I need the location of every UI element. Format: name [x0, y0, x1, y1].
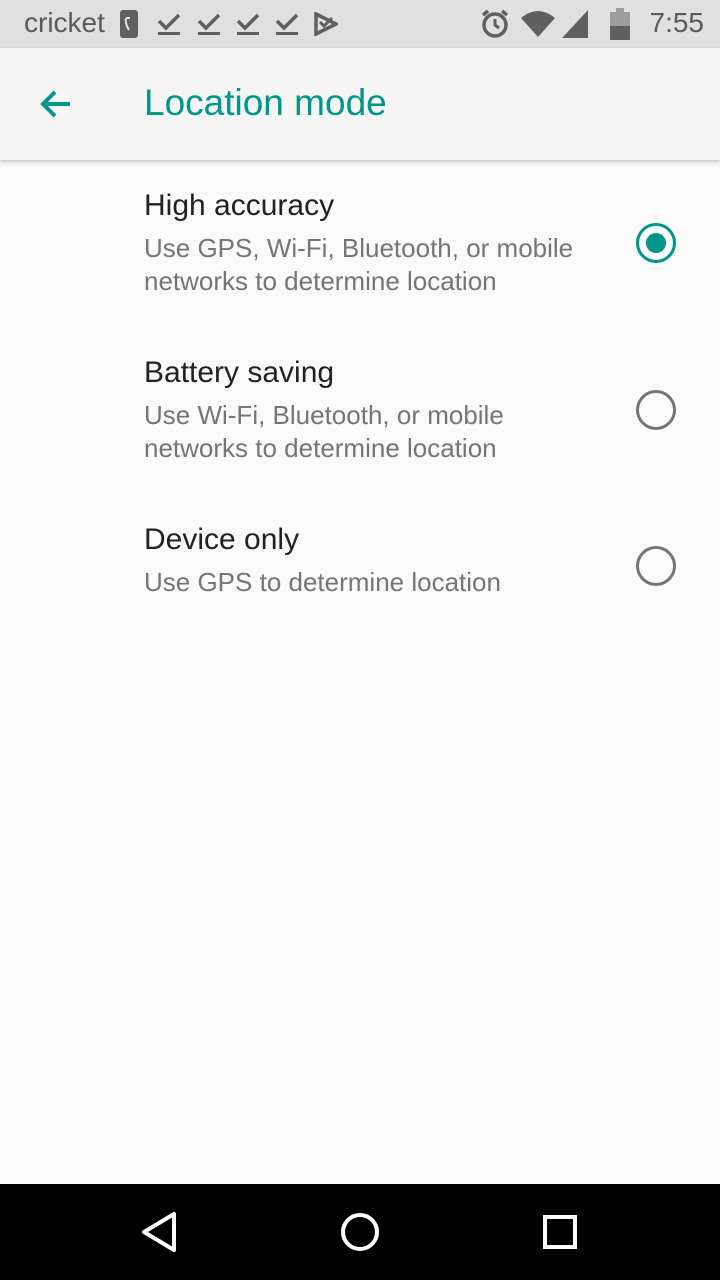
radio-button[interactable]: [636, 390, 676, 430]
carrier-label: cricket: [24, 7, 105, 38]
alarm-icon: [481, 9, 509, 38]
status-bar: cricket 7:55: [0, 0, 720, 48]
option-battery-saving[interactable]: Battery saving Use Wi-Fi, Bluetooth, or …: [0, 327, 720, 494]
option-summary-line: Use Wi-Fi, Bluetooth, or mobile: [144, 400, 504, 430]
radio-button[interactable]: [636, 546, 676, 586]
option-summary: Use GPS, Wi-Fi, Bluetooth, or mobile net…: [144, 232, 600, 298]
option-summary-line: networks to determine location: [144, 433, 497, 463]
page-title: Location mode: [144, 82, 387, 123]
battery-icon: [610, 8, 630, 40]
arrow-back-icon: [40, 90, 70, 118]
check-icon: [236, 13, 260, 35]
back-triangle-icon[interactable]: [136, 1208, 184, 1256]
location-mode-options: High accuracy Use GPS, Wi-Fi, Bluetooth,…: [0, 160, 720, 628]
home-circle-icon[interactable]: [336, 1208, 384, 1256]
option-device-only[interactable]: Device only Use GPS to determine locatio…: [0, 494, 720, 628]
play-store-icon: [314, 12, 338, 36]
option-title: High accuracy: [144, 189, 335, 222]
option-title: Battery saving: [144, 356, 335, 389]
sim-icon: [120, 10, 138, 38]
radio-dot: [646, 233, 666, 253]
navigation-bar: [0, 1184, 720, 1280]
clock: 7:55: [649, 7, 705, 38]
wifi-icon: [521, 11, 555, 37]
signal-icon: [562, 10, 588, 38]
check-icon: [197, 13, 221, 35]
option-title: Device only: [144, 523, 300, 556]
check-icon: [275, 13, 299, 35]
app-bar: Location mode: [0, 48, 720, 160]
check-icon: [157, 13, 181, 35]
option-summary: Use GPS to determine location: [144, 566, 600, 599]
option-high-accuracy[interactable]: High accuracy Use GPS, Wi-Fi, Bluetooth,…: [0, 160, 720, 327]
recents-square-icon[interactable]: [536, 1208, 584, 1256]
option-summary-line: Use GPS, Wi-Fi, Bluetooth, or mobile: [144, 233, 574, 263]
option-summary-line: Use GPS to determine location: [144, 567, 501, 597]
option-summary: Use Wi-Fi, Bluetooth, or mobile networks…: [144, 399, 600, 465]
back-button[interactable]: [28, 76, 84, 132]
option-summary-line: networks to determine location: [144, 266, 497, 296]
radio-button-selected[interactable]: [636, 223, 676, 263]
